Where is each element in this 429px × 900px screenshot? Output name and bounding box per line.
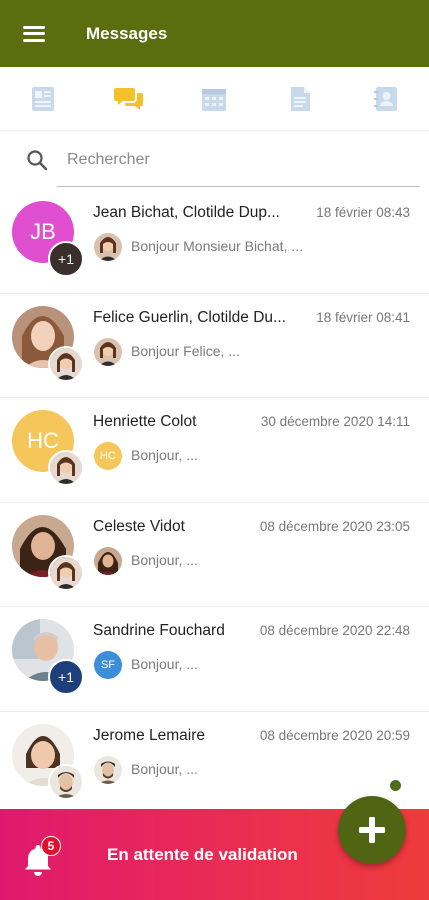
- plus-icon: [359, 817, 385, 843]
- participant-avatar: [48, 554, 84, 591]
- avatar-group: [12, 723, 84, 800]
- unread-indicator: [390, 779, 401, 791]
- app-bar: Messages: [0, 0, 429, 67]
- sender-avatar: [94, 755, 122, 784]
- participant-count-avatar: +1: [48, 659, 84, 695]
- document-icon: [291, 86, 311, 111]
- avatar-initials: HC: [27, 428, 59, 453]
- tab-documents[interactable]: [257, 67, 343, 130]
- sender-avatar: HC: [94, 442, 122, 470]
- sender-initials: HC: [100, 450, 116, 462]
- news-icon: [31, 86, 54, 111]
- conversation-date: 08 décembre 2020 23:05: [259, 518, 410, 534]
- conversation-item[interactable]: JB +1 Jean Bichat, Clotilde Dup... 18 fé…: [0, 189, 429, 294]
- conversation-item[interactable]: HC Henriette Colot 30 décembre 2020 14:1…: [0, 398, 429, 503]
- participant-avatar: [48, 450, 84, 486]
- hamburger-icon: [23, 25, 45, 42]
- person-photo-icon: [94, 546, 122, 575]
- page-title: Messages: [86, 23, 168, 43]
- conversation-name: Jean Bichat, Clotilde Dup...: [93, 204, 280, 221]
- avatar-initials: JB: [30, 219, 56, 244]
- conversation-list: JB +1 Jean Bichat, Clotilde Dup... 18 fé…: [0, 189, 429, 809]
- conversation-name: Felice Guerlin, Clotilde Du...: [93, 308, 286, 326]
- message-preview: Bonjour, ...: [131, 760, 198, 777]
- search-icon[interactable]: [25, 148, 49, 172]
- sender-avatar: SF: [94, 651, 122, 679]
- tab-bar: [0, 67, 429, 131]
- participant-avatar: [48, 763, 84, 800]
- sender-avatar: [94, 546, 122, 575]
- conversation-date: 18 février 08:41: [316, 309, 410, 325]
- message-preview: Bonjour Monsieur Bichat, ...: [131, 238, 303, 254]
- conversation-date: 30 décembre 2020 14:11: [260, 414, 410, 429]
- person-photo-icon: [50, 765, 82, 798]
- avatar-group: +1: [12, 619, 84, 695]
- message-preview: Bonjour Felice, ...: [131, 342, 240, 359]
- person-photo-icon: [94, 233, 122, 261]
- conversation-item[interactable]: Jerome Lemaire 08 décembre 2020 20:59 Bo…: [0, 711, 429, 809]
- participant-count: +1: [58, 669, 74, 685]
- contacts-icon: [374, 86, 398, 111]
- sender-avatar: [94, 337, 122, 366]
- tab-news[interactable]: [0, 67, 86, 130]
- avatar-group: [12, 514, 84, 591]
- message-preview: Bonjour, ...: [131, 551, 198, 568]
- search-underline: [57, 186, 420, 187]
- pending-validation-label: En attente de validation: [107, 845, 298, 864]
- person-photo-icon: [50, 556, 82, 589]
- menu-button[interactable]: [0, 0, 68, 67]
- search-bar: [0, 131, 429, 189]
- sender-avatar: [94, 233, 122, 261]
- conversation-item[interactable]: Felice Guerlin, Clotilde Du... 18 févrie…: [0, 293, 429, 398]
- notification-badge: 5: [41, 836, 61, 856]
- participant-count-avatar: +1: [48, 241, 84, 277]
- message-preview: Bonjour, ...: [131, 656, 198, 672]
- sender-initials: SF: [100, 659, 116, 671]
- participant-avatar: [48, 345, 84, 382]
- search-input[interactable]: [60, 141, 420, 179]
- avatar-group: [12, 305, 84, 382]
- conversation-date: 18 février 08:43: [316, 205, 410, 220]
- person-photo-icon: [50, 452, 82, 484]
- conversation-item[interactable]: +1 Sandrine Fouchard 08 décembre 2020 22…: [0, 607, 429, 712]
- person-photo-icon: [50, 347, 82, 380]
- avatar-group: JB +1: [12, 201, 84, 277]
- new-message-button[interactable]: [338, 796, 406, 864]
- person-photo-icon: [94, 337, 122, 366]
- person-photo-icon: [94, 755, 122, 784]
- message-preview: Bonjour, ...: [131, 447, 198, 463]
- calendar-icon: [202, 88, 227, 111]
- chat-icon: [113, 87, 143, 110]
- tab-messages[interactable]: [86, 67, 172, 130]
- conversation-item[interactable]: Celeste Vidot 08 décembre 2020 23:05 Bon…: [0, 502, 429, 607]
- participant-count: +1: [58, 251, 74, 267]
- tab-contacts[interactable]: [343, 67, 429, 130]
- tab-calendar[interactable]: [172, 67, 258, 130]
- conversation-date: 08 décembre 2020 20:59: [259, 727, 410, 743]
- conversation-date: 08 décembre 2020 22:48: [259, 623, 410, 638]
- avatar-group: HC: [12, 410, 84, 486]
